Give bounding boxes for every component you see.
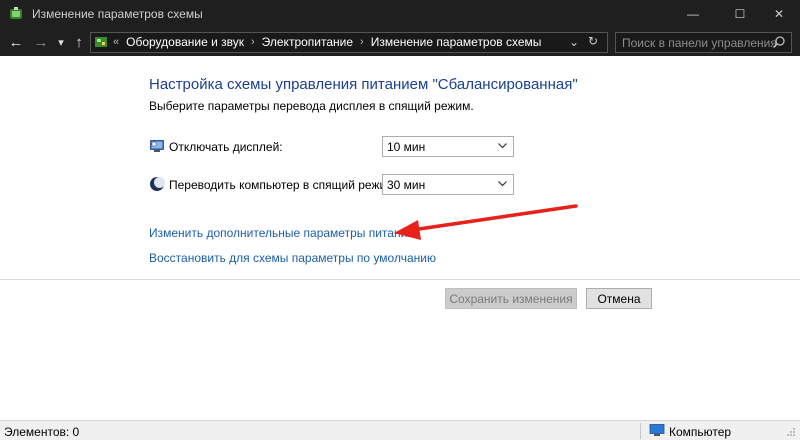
minimize-button[interactable]: — [670,0,716,28]
breadcrumb-power-options[interactable]: Электропитание [262,35,353,49]
main-content: Настройка схемы управления питанием "Сба… [0,56,800,420]
up-button[interactable]: ↑ [72,32,86,52]
page-title: Настройка схемы управления питанием "Сба… [149,76,578,93]
sleep-dropdown[interactable]: 30 мин [382,174,514,195]
back-button[interactable]: ← [8,32,24,52]
display-off-value: 10 мин [387,140,426,154]
navigation-bar: ← → ▾ ↑ « Оборудование и звук › Электроп… [0,28,800,56]
computer-icon [649,424,665,436]
display-off-label: Отключать дисплей: [169,140,283,154]
up-arrow-icon: ↑ [75,33,83,51]
chevron-down-icon: ▾ [58,36,64,49]
control-panel-window: Изменение параметров схемы — ☐ ✕ ← → ▾ ↑… [0,0,800,440]
sleep-label: Переводить компьютер в спящий режим: [169,178,398,192]
back-arrow-icon: ← [8,33,24,51]
chevron-down-icon [498,181,507,187]
resize-grip-icon[interactable] [786,427,796,437]
display-off-dropdown[interactable]: 10 мин [382,136,514,157]
breadcrumb-overflow[interactable]: « [113,36,119,48]
breadcrumb-separator[interactable]: › [251,36,255,48]
sleep-value: 30 мин [387,178,426,192]
breadcrumb-edit-plan-settings[interactable]: Изменение параметров схемы [371,35,542,49]
close-button[interactable]: ✕ [756,0,800,28]
cancel-button[interactable]: Отмена [586,288,652,309]
page-subtitle: Выберите параметры перевода дисплея в сп… [149,99,474,113]
location-label: Компьютер [669,425,732,439]
control-panel-icon [95,37,107,47]
breadcrumb-separator[interactable]: › [360,36,364,48]
search-icon[interactable] [772,35,786,49]
items-count: Элементов: 0 [4,425,80,439]
close-icon: ✕ [773,7,785,21]
search-box[interactable]: Поиск в панели управления [615,32,792,53]
address-dropdown-icon[interactable]: ⌄ [569,35,579,49]
maximize-icon: ☐ [734,7,746,21]
forward-button[interactable]: → [33,32,49,52]
recent-locations-button[interactable]: ▾ [55,32,67,52]
status-divider [640,423,641,439]
advanced-power-settings-link[interactable]: Изменить дополнительные параметры питани… [149,226,414,240]
divider [0,279,800,280]
search-input[interactable]: Поиск в панели управления [622,36,777,50]
sleep-moon-icon [150,177,165,191]
window-title: Изменение параметров схемы [32,7,203,21]
restore-defaults-link[interactable]: Восстановить для схемы параметры по умол… [149,251,436,265]
breadcrumb-hardware-and-sound[interactable]: Оборудование и звук [126,35,244,49]
title-bar: Изменение параметров схемы — ☐ ✕ [0,0,800,28]
status-bar: Элементов: 0 Компьютер [0,420,800,440]
chevron-down-icon [498,143,507,149]
refresh-icon[interactable]: ↻ [588,34,598,48]
display-icon [150,140,164,152]
save-button[interactable]: Сохранить изменения [445,288,577,309]
forward-arrow-icon: → [33,33,49,51]
minimize-icon: — [687,7,699,21]
breadcrumb: « Оборудование и звук › Электропитание ›… [113,35,541,49]
power-options-icon [10,7,22,19]
address-bar[interactable]: « Оборудование и звук › Электропитание ›… [90,32,608,53]
